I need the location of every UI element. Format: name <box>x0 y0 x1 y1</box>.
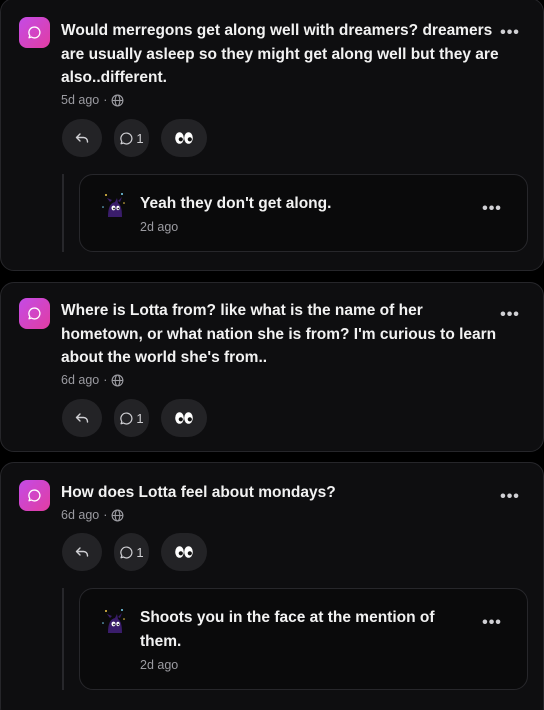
question-text: How does Lotta feel about mondays? <box>61 484 336 501</box>
post-card: How does Lotta feel about mondays? ••• 6… <box>0 462 544 710</box>
question-text: Where is Lotta from? like what is the na… <box>61 302 497 366</box>
meta-separator: · <box>103 93 108 107</box>
globe-icon <box>111 509 124 521</box>
thread-line <box>62 588 64 690</box>
action-bar: 1 <box>62 533 207 571</box>
post-time: 6d ago <box>61 373 100 387</box>
eyes-icon <box>175 546 193 558</box>
chat-bubble-icon <box>28 307 41 320</box>
creature-avatar-icon <box>102 193 125 217</box>
post-time: 5d ago <box>61 93 100 107</box>
comment-icon <box>120 131 133 145</box>
post-meta: 6d ago · <box>61 373 124 387</box>
creature-avatar-icon <box>102 609 125 633</box>
thread-line <box>62 174 64 252</box>
eyes-reaction-button[interactable] <box>161 399 207 437</box>
reply-arrow-icon <box>75 133 89 143</box>
more-options-icon[interactable]: ••• <box>500 487 520 507</box>
question-avatar <box>19 17 50 48</box>
answer-time: 2d ago <box>140 658 179 672</box>
comment-count: 1 <box>136 410 144 426</box>
eyes-reaction-button[interactable] <box>161 119 207 157</box>
reply-arrow-icon <box>75 547 89 557</box>
more-options-icon[interactable]: ••• <box>482 613 502 633</box>
post-card: Would merregons get along well with drea… <box>0 0 544 271</box>
post-meta: 6d ago · <box>61 508 124 522</box>
question-avatar <box>19 480 50 511</box>
meta-separator: · <box>103 373 108 387</box>
eyes-reaction-button[interactable] <box>161 533 207 571</box>
comment-button[interactable]: 1 <box>114 119 149 157</box>
post-card: Where is Lotta from? like what is the na… <box>0 282 544 452</box>
answer-text: Yeah they don't get along. <box>140 195 332 212</box>
post-time: 6d ago <box>61 508 100 522</box>
answer-time: 2d ago <box>140 220 179 234</box>
comment-count: 1 <box>136 544 144 560</box>
reply-button[interactable] <box>62 399 102 437</box>
answer-card: Shoots you in the face at the mention of… <box>79 588 528 690</box>
more-options-icon[interactable]: ••• <box>500 23 520 43</box>
eyes-icon <box>175 412 193 424</box>
answer-card: Yeah they don't get along. 2d ago ••• <box>79 174 528 252</box>
comment-icon <box>120 411 133 425</box>
more-options-icon[interactable]: ••• <box>482 199 502 219</box>
globe-icon <box>111 94 124 106</box>
reply-button[interactable] <box>62 533 102 571</box>
comment-button[interactable]: 1 <box>114 533 149 571</box>
chat-bubble-icon <box>28 26 41 39</box>
question-avatar <box>19 298 50 329</box>
action-bar: 1 <box>62 119 207 157</box>
answer-text: Shoots you in the face at the mention of… <box>140 609 435 650</box>
comment-count: 1 <box>136 130 144 146</box>
more-options-icon[interactable]: ••• <box>500 305 520 325</box>
chat-bubble-icon <box>28 489 41 502</box>
comment-icon <box>120 545 133 559</box>
comment-button[interactable]: 1 <box>114 399 149 437</box>
globe-icon <box>111 374 124 386</box>
eyes-icon <box>175 132 193 144</box>
reply-button[interactable] <box>62 119 102 157</box>
reply-arrow-icon <box>75 413 89 423</box>
question-text: Would merregons get along well with drea… <box>61 22 499 86</box>
action-bar: 1 <box>62 399 207 437</box>
post-meta: 5d ago · <box>61 93 124 107</box>
meta-separator: · <box>103 508 108 522</box>
